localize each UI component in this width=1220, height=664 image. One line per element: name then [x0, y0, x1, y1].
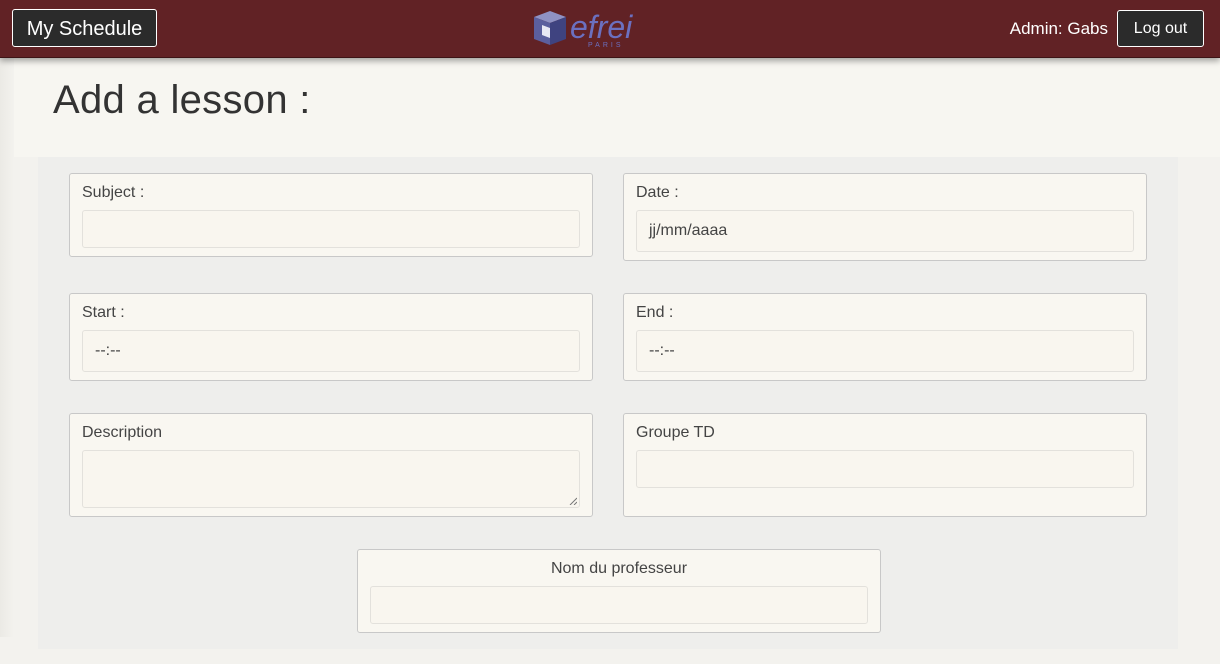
- end-field-group: End : --:--: [623, 293, 1147, 381]
- resize-grip-icon[interactable]: [569, 497, 577, 505]
- description-label: Description: [82, 424, 163, 441]
- date-label: Date :: [636, 184, 679, 201]
- page-title: Add a lesson :: [53, 78, 311, 122]
- start-field-group: Start : --:--: [69, 293, 593, 381]
- description-field-group: Description: [69, 413, 593, 517]
- start-time-input[interactable]: --:--: [82, 330, 580, 372]
- groupe-td-field-group: Groupe TD: [623, 413, 1147, 517]
- description-textarea[interactable]: [82, 450, 580, 508]
- end-time-input[interactable]: --:--: [636, 330, 1134, 372]
- admin-username: Admin: Gabs: [1009, 19, 1108, 38]
- date-field-group: Date : jj/mm/aaaa: [623, 173, 1147, 261]
- top-navbar: My Schedule efrei PARIS Admin: Gabs Log …: [0, 0, 1220, 58]
- groupe-td-input[interactable]: [636, 450, 1134, 488]
- professeur-label: Nom du professeur: [550, 560, 688, 577]
- professeur-field-group: Nom du professeur: [357, 549, 881, 633]
- svg-text:PARIS: PARIS: [588, 42, 624, 49]
- subject-field-group: Subject :: [69, 173, 593, 257]
- logout-button[interactable]: Log out: [1117, 10, 1204, 47]
- date-input[interactable]: jj/mm/aaaa: [636, 210, 1134, 252]
- end-label: End :: [636, 304, 674, 321]
- my-schedule-button[interactable]: My Schedule: [12, 9, 157, 47]
- left-edge-strip: [0, 57, 14, 637]
- efrei-logo-icon: efrei PARIS: [534, 9, 633, 49]
- subject-label: Subject :: [82, 184, 145, 201]
- start-label: Start :: [82, 304, 125, 321]
- svg-text:efrei: efrei: [570, 9, 633, 45]
- groupe-td-label: Groupe TD: [636, 424, 715, 441]
- efrei-logo[interactable]: efrei PARIS: [530, 7, 660, 49]
- professeur-input[interactable]: [370, 586, 868, 624]
- subject-input[interactable]: [82, 210, 580, 248]
